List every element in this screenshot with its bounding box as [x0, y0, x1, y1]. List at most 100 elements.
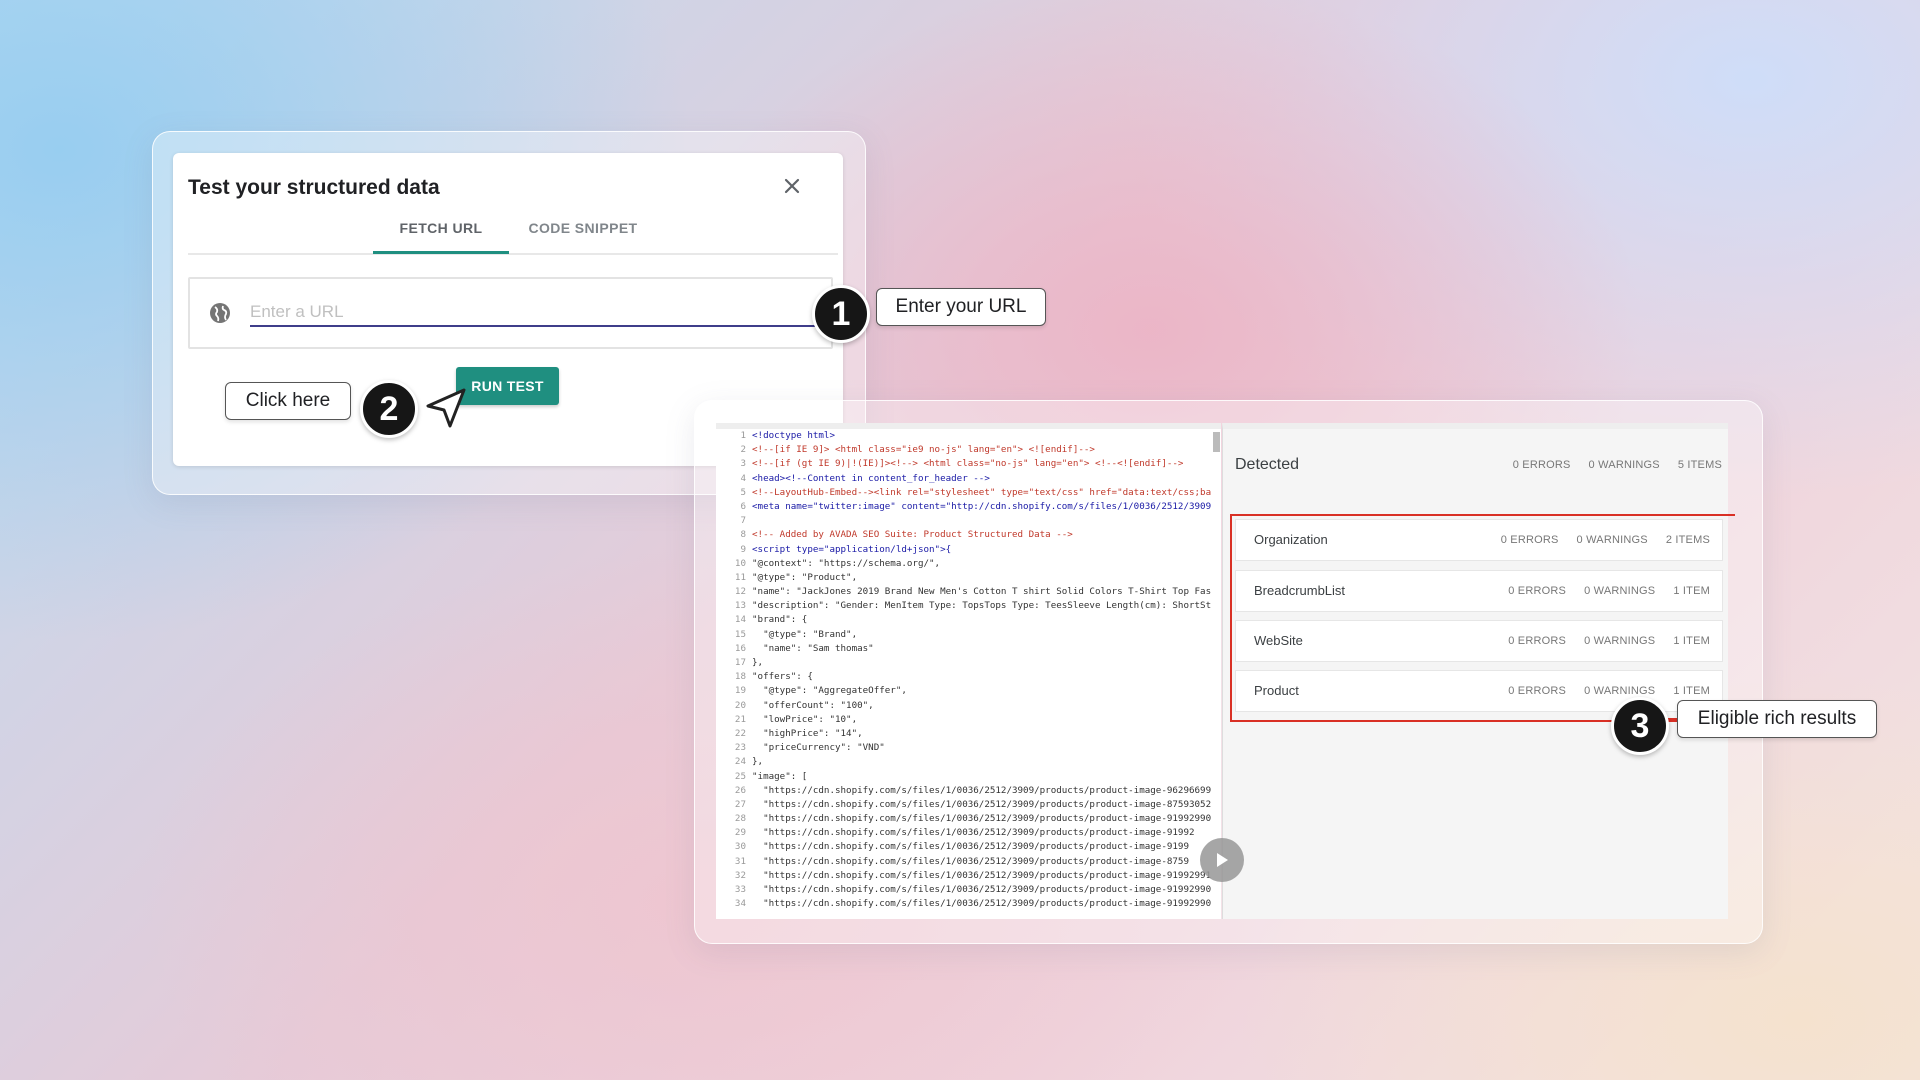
- code-line-number: 6: [740, 500, 746, 512]
- code-line-text: <!--[if IE 9]> <html class="ie9 no-js" l…: [752, 444, 1095, 456]
- code-line-number: 33: [734, 884, 746, 895]
- code-line: 34 "https://cdn.shopify.com/s/files/1/00…: [716, 897, 1221, 911]
- code-line-text: "name": "JackJones 2019 Brand New Men's …: [752, 586, 1212, 598]
- code-line-text: <!doctype html>: [752, 430, 835, 441]
- code-line-text: "lowPrice": "10",: [752, 713, 858, 725]
- code-line-number: 27: [734, 798, 746, 810]
- code-line-text: <!--[if (gt IE 9)|!(IE)]><!--> <html cla…: [752, 458, 1184, 470]
- code-line-number: 26: [734, 784, 746, 796]
- code-line: 8 <!-- Added by AVADA SEO Suite: Product …: [716, 528, 1221, 542]
- code-line-number: 22: [734, 727, 746, 739]
- code-line: 27 "https://cdn.shopify.com/s/files/1/00…: [716, 798, 1221, 812]
- code-line: 10 "@context": "https://schema.org/",: [716, 557, 1221, 571]
- code-lines: 1 <!doctype html> 2 <!--[if IE 9]> <html cl…: [716, 429, 1221, 911]
- code-line-number: 10: [734, 557, 746, 569]
- code-line: 15 "@type": "Brand",: [716, 628, 1221, 642]
- code-line-number: 5: [740, 486, 746, 498]
- code-line-text: <!--LayoutHub-Embed--><link rel="stylesh…: [752, 486, 1212, 498]
- code-line: 28 "https://cdn.shopify.com/s/files/1/00…: [716, 812, 1221, 826]
- code-line: 29 "https://cdn.shopify.com/s/files/1/00…: [716, 826, 1221, 840]
- code-line: 26 "https://cdn.shopify.com/s/files/1/00…: [716, 784, 1221, 798]
- code-line-text: <!-- Added by AVADA SEO Suite: Product S…: [752, 529, 1073, 541]
- url-field-container: [188, 277, 833, 349]
- code-line-text: "brand": {: [752, 614, 808, 626]
- play-icon: [1217, 853, 1228, 867]
- code-line-number: 15: [734, 628, 746, 640]
- code-line-number: 20: [734, 699, 746, 711]
- code-line-number: 34: [734, 898, 746, 910]
- code-scrollbar[interactable]: [1213, 432, 1220, 452]
- code-line-text: "offerCount": "100",: [752, 699, 874, 711]
- close-icon[interactable]: [781, 175, 803, 197]
- code-line-text: "https://cdn.shopify.com/s/files/1/0036/…: [752, 869, 1212, 881]
- code-line-text: },: [752, 756, 764, 768]
- code-line-number: 29: [734, 827, 746, 839]
- code-line-text: "https://cdn.shopify.com/s/files/1/0036/…: [752, 855, 1189, 867]
- code-line-number: 28: [734, 813, 746, 825]
- code-line-text: "@context": "https://schema.org/",: [752, 557, 941, 569]
- code-line-number: 1: [740, 430, 746, 441]
- step-2-callout: Click here: [225, 382, 351, 420]
- code-line-text: "name": "Sam thomas": [752, 642, 874, 654]
- code-line-text: },: [752, 657, 764, 668]
- code-line-text: "highPrice": "14",: [752, 727, 863, 739]
- code-line-number: 4: [740, 472, 746, 484]
- detected-title: Detected: [1235, 456, 1300, 473]
- rich-results-highlight: [1230, 514, 1735, 722]
- code-line-number: 19: [734, 685, 746, 697]
- code-line-number: 8: [740, 529, 746, 541]
- run-test-button[interactable]: RUN TEST: [456, 367, 559, 405]
- code-line-text: <head><!--Content in content_for_header …: [752, 472, 990, 484]
- tab-code-snippet[interactable]: CODE SNIPPET: [518, 211, 648, 251]
- code-line-text: <script type="application/ld+json">{: [752, 543, 952, 555]
- code-line-text: "priceCurrency": "VND": [752, 742, 885, 754]
- code-line-number: 21: [734, 713, 746, 725]
- globe-icon: [210, 303, 230, 323]
- code-line-number: 30: [734, 841, 746, 853]
- url-input[interactable]: [250, 299, 820, 327]
- code-line: 4 <head><!--Content in content_for_header…: [716, 472, 1221, 486]
- code-line: 32 "https://cdn.shopify.com/s/files/1/00…: [716, 869, 1221, 883]
- code-line-number: 18: [734, 671, 746, 683]
- code-line-number: 7: [740, 515, 746, 527]
- code-line: 18 "offers": {: [716, 670, 1221, 684]
- detected-warnings: 0 WARNINGS: [1588, 459, 1660, 471]
- code-line: 6 <meta name="twitter:image" content="htt…: [716, 500, 1221, 514]
- code-line-number: 11: [734, 571, 746, 583]
- code-line-number: 17: [734, 657, 746, 668]
- code-line: 30 "https://cdn.shopify.com/s/files/1/00…: [716, 840, 1221, 854]
- code-line: 5 <!--LayoutHub-Embed--><link rel="styles…: [716, 486, 1221, 500]
- code-line-number: 3: [740, 458, 746, 470]
- code-line-text: "image": [: [752, 770, 808, 782]
- code-line: 33 "https://cdn.shopify.com/s/files/1/00…: [716, 883, 1221, 897]
- code-line-text: "https://cdn.shopify.com/s/files/1/0036/…: [752, 784, 1212, 796]
- detected-errors: 0 ERRORS: [1512, 459, 1571, 471]
- code-line-number: 32: [734, 869, 746, 881]
- code-line: 19 "@type": "AggregateOffer",: [716, 684, 1221, 698]
- code-line: 31 "https://cdn.shopify.com/s/files/1/00…: [716, 855, 1221, 869]
- code-line-text: "@type": "Product",: [752, 571, 858, 583]
- code-line-number: 14: [734, 614, 746, 626]
- dialog-title: Test your structured data: [188, 176, 440, 199]
- code-line-number: 24: [734, 756, 746, 768]
- code-line-text: "@type": "Brand",: [752, 628, 858, 640]
- code-line-text: "offers": {: [752, 671, 813, 683]
- code-line-number: 12: [734, 586, 746, 598]
- code-line: 2 <!--[if IE 9]> <html class="ie9 no-js" …: [716, 443, 1221, 457]
- code-line-number: 13: [734, 600, 746, 612]
- code-line: 25 "image": [: [716, 770, 1221, 784]
- code-line: 11 "@type": "Product",: [716, 571, 1221, 585]
- code-line-text: "@type": "AggregateOffer",: [752, 685, 907, 697]
- code-line: 12 "name": "JackJones 2019 Brand New Men'…: [716, 585, 1221, 599]
- code-line: 22 "highPrice": "14",: [716, 727, 1221, 741]
- code-line-number: 31: [734, 855, 746, 867]
- play-button[interactable]: [1200, 838, 1244, 882]
- code-line-text: "https://cdn.shopify.com/s/files/1/0036/…: [752, 841, 1189, 853]
- code-line-text: "https://cdn.shopify.com/s/files/1/0036/…: [752, 813, 1212, 825]
- code-line-number: 2: [740, 444, 746, 456]
- detected-items: 5 ITEMS: [1677, 459, 1722, 471]
- code-line: 7: [716, 514, 1221, 528]
- code-line-number: 16: [734, 642, 746, 654]
- code-line: 1 <!doctype html>: [716, 429, 1221, 443]
- tab-fetch-url[interactable]: FETCH URL: [373, 211, 509, 254]
